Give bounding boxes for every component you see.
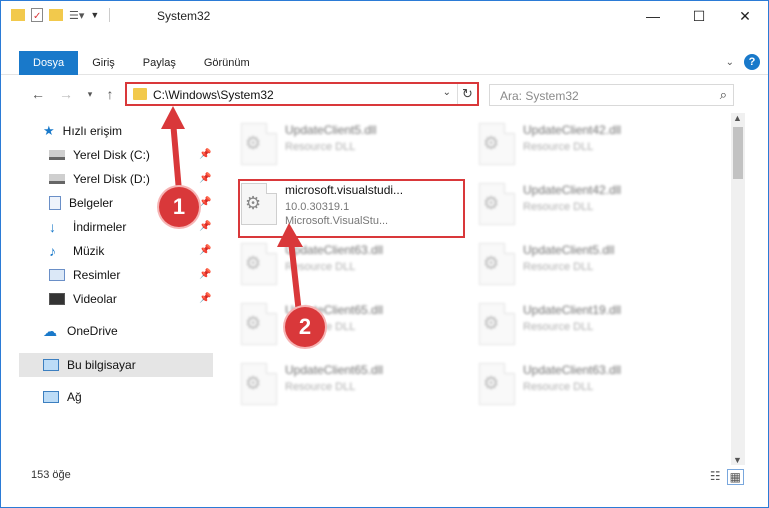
arrow-2 [288, 240, 302, 314]
annotation-arrows [161, 106, 303, 314]
annotation-callout-1: 1 [159, 187, 199, 227]
arrow-1 [170, 120, 182, 192]
annotation-callout-2: 2 [285, 307, 325, 347]
explorer-window: ✓ ☰▾ ▼ System32 — ☐ ✕ Dosya Giriş Paylaş… [0, 0, 769, 508]
arrow-1-head [161, 106, 185, 129]
arrow-2-head [277, 223, 303, 247]
